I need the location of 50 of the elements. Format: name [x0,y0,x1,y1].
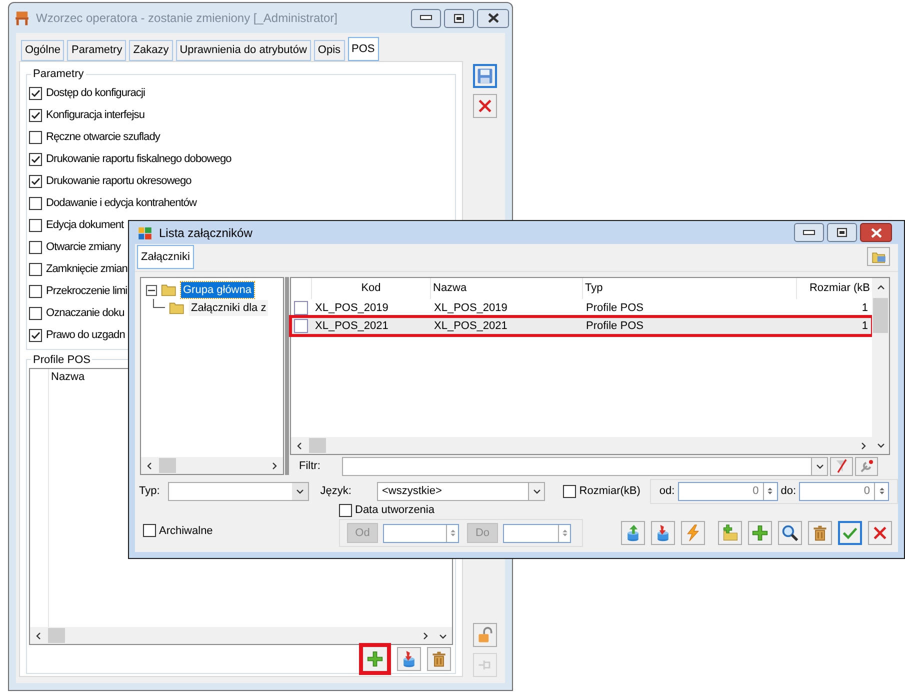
checkbox-label: Data utworzenia [355,502,434,518]
tab[interactable]: Załączniki [137,245,194,269]
checkbox-label: Rozmiar(kB) [579,484,640,499]
checkbox-label: Przekroczenie limi [46,284,128,300]
column-header[interactable]: Kod [311,278,430,299]
checkbox-label: Archiwalne [159,524,213,538]
tree-item[interactable]: Grupa główna [181,282,254,298]
checkbox-label: Dodawanie i edycja kontrahentów [46,196,197,212]
checkbox-label: Dostęp do konfiguracji [46,86,145,102]
column-header[interactable]: Nazwa [430,278,582,299]
table-cell-text: 1 [860,318,869,334]
table-cell-text: 1 [860,300,869,316]
checkbox-label: Oznaczanie doku [46,306,124,322]
tab[interactable]: Uprawnienia do atrybutów [176,40,311,61]
checkbox-label: Otwarcie zmiany [46,240,121,256]
tab[interactable]: Zakazy [129,40,173,61]
window-title: Wzorzec operatora - zostanie zmieniony [_Administrator] [36,10,338,27]
table-cell-text: XL_POS_2019 [433,300,508,316]
number-field[interactable]: 0 [799,482,889,500]
tab[interactable]: POS [348,37,379,61]
checkbox-label: Edycja dokument [46,218,124,234]
window-title: Lista załączników [159,224,252,242]
table-cell-text: XL_POS_2021 [433,318,508,334]
table-cell-text: Profile POS [585,300,644,316]
field-label: Filtr: [298,458,322,474]
tree-item[interactable]: Załączniki dla z [189,300,268,316]
number-field[interactable]: 0 [678,482,778,500]
tab[interactable]: Parametry [67,40,126,61]
table-cell-text: XL_POS_2019 [314,300,390,316]
checkbox-label: Prawo do uzgadn [46,328,125,344]
checkbox-label: Konfiguracja interfejsu [46,108,144,124]
field-label: od: [659,484,675,499]
group-title: Profile POS [32,352,92,368]
column-header[interactable]: Typ [582,278,796,299]
field-label: Typ: [139,484,161,499]
column-header: Nazwa [50,370,86,385]
language-dropdown[interactable]: <wszystkie> [377,482,546,500]
checkbox-label: Zamknięcie zmian [46,262,128,278]
checkbox-label: Ręczne otwarcie szuflady [46,130,160,146]
table-row[interactable]: XL_POS_2019 XL_POS_2019 Profile POS 1 [291,299,872,317]
checkbox-label: Drukowanie raportu fiskalnego dobowego [46,152,232,168]
table-row[interactable]: XL_POS_2021 XL_POS_2021 Profile POS 1 [291,317,872,335]
table-cell-text: Profile POS [585,318,644,334]
tab[interactable]: Ogólne [21,40,64,61]
group-title: Parametry [32,67,85,82]
tab[interactable]: Opis [314,40,345,61]
table-cell-text: XL_POS_2021 [314,318,390,334]
field-label: do: [780,484,796,499]
field-label: Język: [320,484,352,499]
checkbox-label: Drukowanie raportu okresowego [46,174,192,190]
